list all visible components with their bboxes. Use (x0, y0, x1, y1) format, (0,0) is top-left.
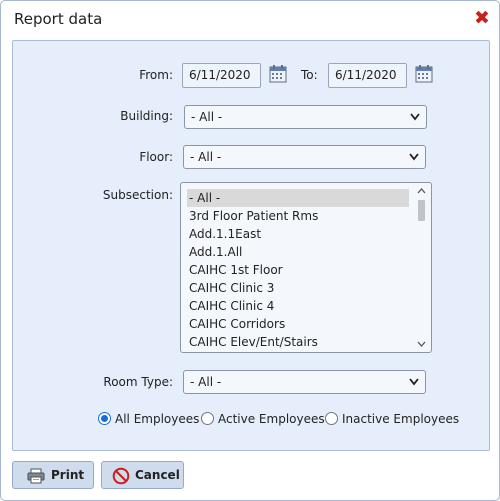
subsection-option[interactable]: CAIHC Corridors (187, 315, 409, 333)
filter-panel: From: 6/11/2020 To: 6/11/2020 Building: … (12, 40, 490, 451)
print-button[interactable]: Print (12, 461, 94, 489)
room-type-selected-value: - All - (190, 375, 222, 389)
subsection-option[interactable]: CAIHC Elev/Ent/Stairs (187, 333, 409, 351)
from-calendar-icon[interactable] (269, 65, 287, 83)
dialog-title: Report data (14, 10, 103, 28)
cancel-icon (112, 467, 130, 485)
all-employees-radio[interactable] (98, 412, 111, 425)
print-label: Print (51, 468, 85, 482)
cancel-button[interactable]: Cancel (101, 461, 184, 489)
subsection-option[interactable]: Add.1.All (187, 243, 409, 261)
inactive-employees-radio[interactable] (325, 412, 338, 425)
building-selected-value: - All - (191, 110, 223, 124)
subsection-option[interactable]: CAIHC Clinic 3 (187, 279, 409, 297)
from-label: From: (139, 68, 173, 82)
active-employees-radio[interactable] (201, 412, 214, 425)
printer-icon (27, 468, 45, 484)
inactive-employees-label[interactable]: Inactive Employees (342, 412, 459, 426)
cancel-label: Cancel (135, 468, 180, 482)
room-type-label: Room Type: (103, 375, 173, 389)
to-calendar-icon[interactable] (415, 65, 433, 83)
floor-selected-value: - All - (190, 150, 222, 164)
scroll-up-icon[interactable] (415, 185, 428, 197)
chevron-down-icon (410, 113, 420, 121)
active-employees-label[interactable]: Active Employees (218, 412, 325, 426)
subsection-option[interactable]: 3rd Floor Patient Rms (187, 207, 409, 225)
room-type-select[interactable]: - All - (183, 370, 426, 394)
all-employees-label[interactable]: All Employees (115, 412, 199, 426)
chevron-down-icon (409, 153, 419, 161)
close-icon[interactable]: ✖ (471, 7, 493, 29)
from-date-input[interactable]: 6/11/2020 (182, 63, 261, 88)
floor-select[interactable]: - All - (183, 145, 426, 169)
subsection-option[interactable]: CAIHC 1st Floor (187, 261, 409, 279)
subsection-listbox[interactable]: - All - 3rd Floor Patient Rms Add.1.1Eas… (180, 182, 432, 353)
subsection-label: Subsection: (102, 188, 173, 202)
subsection-option[interactable]: CAIHC Clinic 4 (187, 297, 409, 315)
to-label: To: (301, 68, 318, 82)
report-data-dialog: Report data ✖ From: 6/11/2020 To: 6/11/2… (0, 0, 500, 501)
title-bar: Report data ✖ (1, 1, 499, 39)
subsection-option[interactable]: - All - (187, 189, 409, 207)
subsection-scrollbar[interactable] (415, 185, 428, 350)
building-select[interactable]: - All - (184, 105, 427, 129)
scroll-down-icon[interactable] (415, 338, 428, 350)
scrollbar-thumb[interactable] (418, 200, 425, 221)
chevron-down-icon (409, 378, 419, 386)
floor-label: Floor: (139, 150, 173, 164)
subsection-option[interactable]: Add.1.1East (187, 225, 409, 243)
building-label: Building: (120, 109, 173, 123)
to-date-input[interactable]: 6/11/2020 (328, 63, 407, 88)
